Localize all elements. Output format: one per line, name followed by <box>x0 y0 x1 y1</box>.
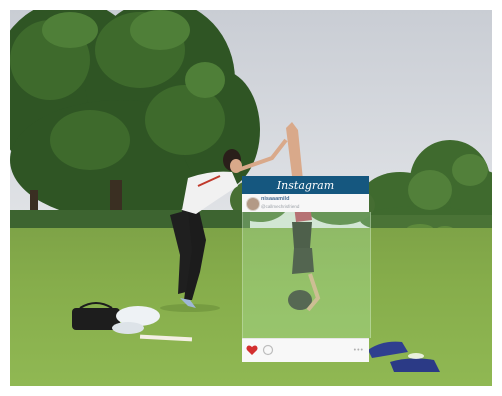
instagram-post-frame: Instagram nisaaamild @callmechrisfriend … <box>242 176 371 362</box>
instagram-user-row: nisaaamild @callmechrisfriend <box>242 194 369 212</box>
instagram-logo: Instagram <box>276 178 335 192</box>
photo: Instagram nisaaamild @callmechrisfriend … <box>10 10 492 386</box>
avatar <box>246 197 260 211</box>
sneakers <box>368 341 440 372</box>
instagram-footer: ••• <box>242 338 369 362</box>
comment-icon <box>262 344 274 356</box>
instagram-header-bar: Instagram <box>242 176 369 194</box>
more-options-icon: ••• <box>353 347 364 354</box>
instagram-username: nisaaamild <box>261 196 290 202</box>
instagram-photo-area <box>242 212 371 338</box>
heart-icon <box>246 345 258 355</box>
instagram-subtitle: @callmechrisfriend <box>261 204 300 209</box>
